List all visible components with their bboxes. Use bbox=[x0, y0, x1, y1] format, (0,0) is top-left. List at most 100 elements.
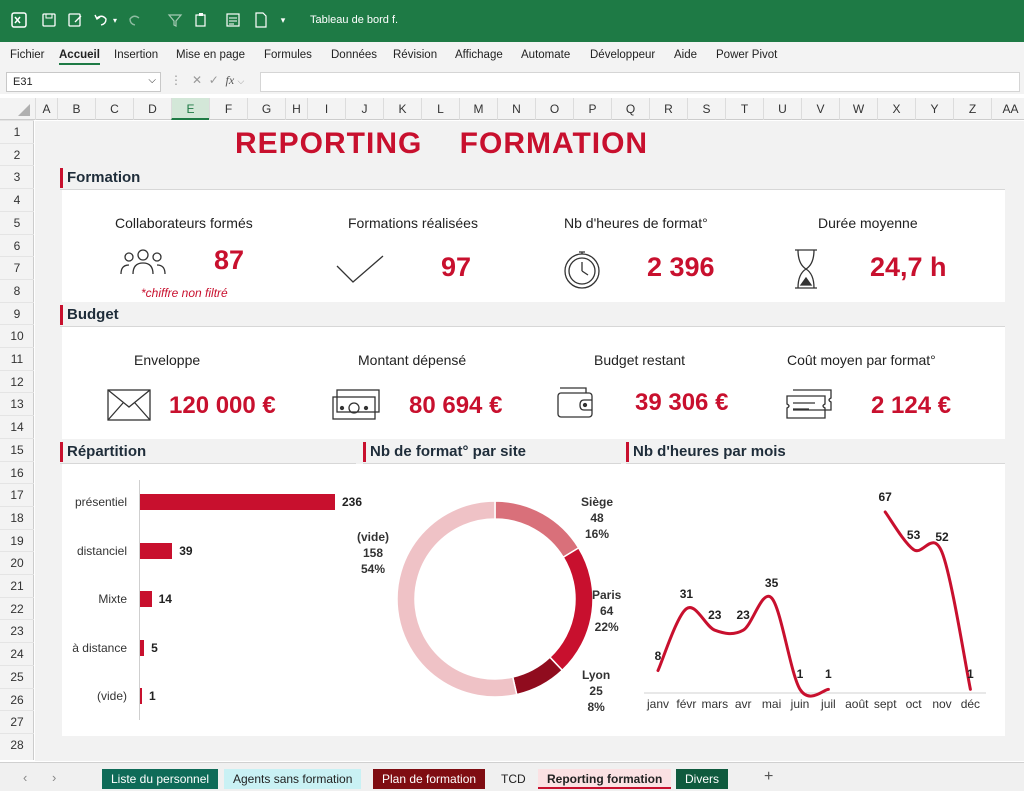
bar-category-label: (vide) bbox=[96, 689, 127, 703]
fx-dropdown-icon[interactable]: ⌵ bbox=[238, 76, 245, 86]
insert-function-icon[interactable]: fx bbox=[225, 73, 234, 87]
menu-automate[interactable]: Automate bbox=[521, 49, 570, 61]
confirm-icon[interactable]: ✓ bbox=[209, 73, 219, 87]
bar-value-label: 5 bbox=[151, 640, 158, 655]
column-header-u[interactable]: U bbox=[763, 98, 801, 120]
row-header-15[interactable]: 15 bbox=[0, 437, 34, 461]
document-icon[interactable] bbox=[252, 11, 270, 29]
chevron-down-icon[interactable]: ⌵ bbox=[148, 75, 156, 86]
column-header-j[interactable]: J bbox=[345, 98, 383, 120]
row-header-6[interactable]: 6 bbox=[0, 233, 34, 257]
menu-formules[interactable]: Formules bbox=[264, 49, 312, 61]
menu-insertion[interactable]: Insertion bbox=[114, 49, 158, 61]
row-header-23[interactable]: 23 bbox=[0, 619, 34, 642]
paste-icon[interactable] bbox=[192, 11, 210, 29]
sheet-tab-plan-formation[interactable]: Plan de formation bbox=[373, 769, 486, 789]
column-header-n[interactable]: N bbox=[497, 98, 535, 120]
row-header-4[interactable]: 4 bbox=[0, 188, 34, 211]
row-header-7[interactable]: 7 bbox=[0, 256, 34, 279]
excel-icon[interactable] bbox=[10, 11, 28, 29]
row-header-20[interactable]: 20 bbox=[0, 551, 34, 574]
row-header-24[interactable]: 24 bbox=[0, 642, 34, 665]
row-header-12[interactable]: 12 bbox=[0, 369, 34, 393]
row-header-21[interactable]: 21 bbox=[0, 574, 34, 597]
row-header-11[interactable]: 11 bbox=[0, 347, 34, 370]
column-header-b[interactable]: B bbox=[57, 98, 95, 120]
filter-icon[interactable] bbox=[166, 11, 184, 29]
row-header-14[interactable]: 14 bbox=[0, 415, 34, 438]
save-icon[interactable] bbox=[40, 11, 58, 29]
name-box[interactable]: E31 ⌵ bbox=[6, 72, 161, 92]
row-header-19[interactable]: 19 bbox=[0, 528, 34, 552]
add-sheet-icon[interactable]: + bbox=[764, 768, 773, 786]
column-header-q[interactable]: Q bbox=[611, 98, 649, 120]
column-header-z[interactable]: Z bbox=[953, 98, 991, 120]
kpi-value-duree: 24,7 h bbox=[870, 252, 947, 282]
row-header-26[interactable]: 26 bbox=[0, 687, 34, 711]
column-header-aa[interactable]: AA bbox=[991, 98, 1024, 120]
row-header-9[interactable]: 9 bbox=[0, 301, 34, 325]
row-header-16[interactable]: 16 bbox=[0, 460, 34, 484]
scroll-left-icon[interactable]: ‹ bbox=[23, 770, 27, 785]
redo-icon[interactable] bbox=[126, 11, 144, 29]
row-header-1[interactable]: 1 bbox=[0, 120, 34, 143]
save-as-icon[interactable] bbox=[66, 11, 84, 29]
column-header-f[interactable]: F bbox=[209, 98, 247, 120]
scroll-right-icon[interactable]: › bbox=[52, 770, 56, 785]
row-header-5[interactable]: 5 bbox=[0, 210, 34, 234]
column-header-h[interactable]: H bbox=[285, 98, 307, 120]
menu-mise-en-page[interactable]: Mise en page bbox=[176, 49, 245, 61]
column-header-w[interactable]: W bbox=[839, 98, 877, 120]
column-header-x[interactable]: X bbox=[877, 98, 915, 120]
column-header-l[interactable]: L bbox=[421, 98, 459, 120]
menu-donnees[interactable]: Données bbox=[331, 49, 377, 61]
row-header-17[interactable]: 17 bbox=[0, 483, 34, 506]
column-header-m[interactable]: M bbox=[459, 98, 497, 120]
menu-accueil[interactable]: Accueil bbox=[59, 49, 100, 65]
customize-toolbar-icon[interactable]: ▾ bbox=[278, 11, 288, 29]
sheet-tab-divers[interactable]: Divers bbox=[676, 769, 729, 789]
column-header-d[interactable]: D bbox=[133, 98, 171, 120]
cancel-icon[interactable]: ✕ bbox=[192, 73, 202, 87]
sheet-tab-tcd[interactable]: TCD bbox=[492, 769, 535, 789]
column-header-e[interactable]: E bbox=[171, 98, 209, 120]
column-header-s[interactable]: S bbox=[687, 98, 725, 120]
row-header-25[interactable]: 25 bbox=[0, 664, 34, 688]
column-header-v[interactable]: V bbox=[801, 98, 839, 120]
sheet-tab-liste-personnel[interactable]: Liste du personnel bbox=[102, 769, 219, 789]
row-header-28[interactable]: 28 bbox=[0, 732, 34, 756]
menu-developpeur[interactable]: Développeur bbox=[590, 49, 655, 61]
row-header-22[interactable]: 22 bbox=[0, 596, 34, 620]
undo-dropdown-icon[interactable]: ▾ bbox=[110, 11, 120, 29]
menu-revision[interactable]: Révision bbox=[393, 49, 437, 61]
row-header-18[interactable]: 18 bbox=[0, 505, 34, 529]
column-header-i[interactable]: I bbox=[307, 98, 345, 120]
select-all-corner[interactable] bbox=[0, 98, 35, 120]
menu-power-pivot[interactable]: Power Pivot bbox=[716, 49, 777, 61]
menu-affichage[interactable]: Affichage bbox=[455, 49, 503, 61]
column-header-t[interactable]: T bbox=[725, 98, 763, 120]
row-header-27[interactable]: 27 bbox=[0, 710, 34, 733]
sheet-tab-reporting-formation[interactable]: Reporting formation bbox=[538, 769, 672, 789]
form-icon[interactable] bbox=[224, 11, 242, 29]
column-header-r[interactable]: R bbox=[649, 98, 687, 120]
sheet-tab-agents-sans-formation[interactable]: Agents sans formation bbox=[224, 769, 362, 789]
menu-aide[interactable]: Aide bbox=[674, 49, 697, 61]
row-header-10[interactable]: 10 bbox=[0, 324, 34, 347]
document-title: Tableau de bord f. bbox=[310, 14, 399, 26]
menu-fichier[interactable]: Fichier bbox=[10, 49, 45, 61]
row-header-2[interactable]: 2 bbox=[0, 142, 34, 166]
row-header-13[interactable]: 13 bbox=[0, 392, 34, 415]
column-header-o[interactable]: O bbox=[535, 98, 573, 120]
column-header-c[interactable]: C bbox=[95, 98, 133, 120]
row-header-8[interactable]: 8 bbox=[0, 278, 34, 302]
column-header-p[interactable]: P bbox=[573, 98, 611, 120]
formula-input[interactable] bbox=[260, 72, 1020, 92]
row-header-3[interactable]: 3 bbox=[0, 165, 34, 188]
column-header-k[interactable]: K bbox=[383, 98, 421, 120]
column-header-a[interactable]: A bbox=[35, 98, 57, 120]
undo-icon[interactable] bbox=[92, 11, 110, 29]
column-header-y[interactable]: Y bbox=[915, 98, 953, 120]
column-header-g[interactable]: G bbox=[247, 98, 285, 120]
title-bar: ▾ ▾ Tableau de bord f. bbox=[0, 0, 1024, 42]
